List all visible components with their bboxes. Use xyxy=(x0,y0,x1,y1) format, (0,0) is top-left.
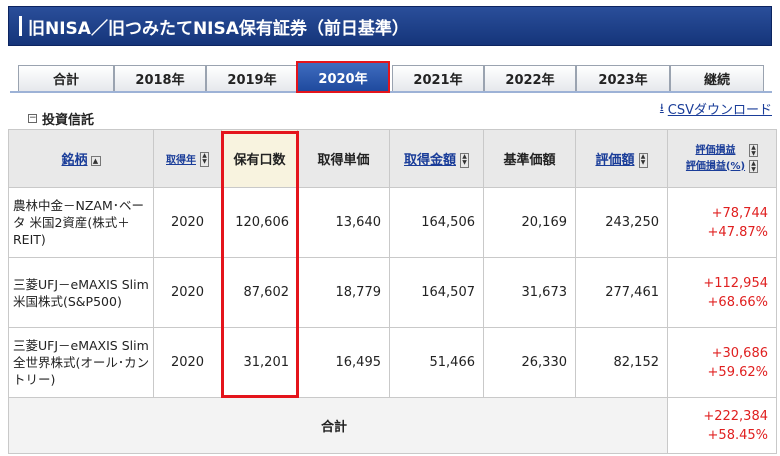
tab-2020[interactable]: 2020年 xyxy=(296,61,390,93)
base-price: 26,330 xyxy=(483,327,576,398)
acq-year: 2020 xyxy=(153,327,222,398)
gain-percent: +59.62% xyxy=(707,364,768,380)
gain-amount: +30,686 xyxy=(711,345,768,361)
gain-cell: +78,744 +47.87% xyxy=(667,187,777,258)
table-row: 三菱UFJ－eMAXIS Slim 米国株式(S&P500) 2020 87,6… xyxy=(8,257,777,328)
unit-price: 18,779 xyxy=(297,257,390,328)
gain-percent: +47.87% xyxy=(707,224,768,240)
sort-toggle-icon[interactable]: ▲ ▼ xyxy=(200,151,209,167)
section-header: − 投資信託 xyxy=(28,109,94,128)
collapse-icon[interactable]: − xyxy=(28,114,37,123)
col-header-base-price: 基準価額 xyxy=(483,129,576,188)
download-icon: ⭳ xyxy=(659,101,664,114)
total-label: 合計 xyxy=(8,397,668,454)
section-title: 投資信託 xyxy=(42,113,95,128)
sort-toggle-icon[interactable]: ▲ ▼ xyxy=(638,153,648,168)
sort-asc-icon[interactable]: ▲ xyxy=(90,155,101,166)
header-accent-bar xyxy=(19,16,22,36)
units-held: 87,602 xyxy=(221,257,298,328)
col-header-acq-amount: 取得金額 ▲ ▼ xyxy=(389,129,484,188)
tab-2023[interactable]: 2023年 xyxy=(576,65,670,91)
tab-2019[interactable]: 2019年 xyxy=(206,65,298,91)
year-tabbar: 合計 2018年 2019年 2020年 2021年 2022年 2023年 継… xyxy=(10,58,772,93)
csv-download-label: CSVダウンロード xyxy=(667,103,772,118)
base-price: 31,673 xyxy=(483,257,576,328)
table-row: 農林中金－NZAM･ベータ 米国2資産(株式＋REIT) 2020 120,60… xyxy=(8,187,777,258)
total-gain-amount: +222,384 xyxy=(703,408,768,424)
total-row: 合計 +222,384 +58.45% xyxy=(8,397,777,454)
sort-toggle-icon[interactable]: ▲ ▼ xyxy=(749,159,759,173)
sort-link-valuation[interactable]: 評価額 xyxy=(595,153,634,168)
col-header-gain: 評価損益 評価損益(%) ▲ ▼ ▲ ▼ xyxy=(667,129,777,188)
tab-2021[interactable]: 2021年 xyxy=(392,65,484,91)
acq-amount: 164,507 xyxy=(389,257,484,328)
table-row: 三菱UFJ－eMAXIS Slim 全世界株式(オール･カントリー) 2020 … xyxy=(8,327,777,398)
units-held: 120,606 xyxy=(221,187,298,258)
table-header-row: 銘柄 ▲ 取得年 ▲ ▼ 保有口数 取得単価 取得金額 ▲ ▼ 基準価額 評価額 ▲ ▼ 評価… xyxy=(8,129,777,188)
gain-percent: +68.66% xyxy=(707,294,768,310)
sort-link-name[interactable]: 銘柄 xyxy=(61,153,87,168)
acq-amount: 164,506 xyxy=(389,187,484,258)
col-header-unit-price: 取得単価 xyxy=(297,129,390,188)
tab-total[interactable]: 合計 xyxy=(18,65,114,91)
unit-price: 13,640 xyxy=(297,187,390,258)
acq-year: 2020 xyxy=(153,257,222,328)
col-header-year: 取得年 ▲ ▼ xyxy=(153,129,222,188)
sort-link-gain[interactable]: 評価損益 xyxy=(686,143,745,159)
holdings-table: 銘柄 ▲ 取得年 ▲ ▼ 保有口数 取得単価 取得金額 ▲ ▼ 基準価額 評価額 ▲ ▼ 評価… xyxy=(8,129,777,454)
sort-link-acq-amount[interactable]: 取得金額 xyxy=(404,153,456,168)
page-header: 旧NISA／旧つみたてNISA保有証券（前日基準） xyxy=(8,6,772,46)
unit-price: 16,495 xyxy=(297,327,390,398)
gain-amount: +112,954 xyxy=(703,275,768,291)
fund-name: 三菱UFJ－eMAXIS Slim 全世界株式(オール･カントリー) xyxy=(8,327,154,398)
tab-continued[interactable]: 継続 xyxy=(670,65,764,91)
gain-amount: +78,744 xyxy=(711,205,768,221)
total-gain-percent: +58.45% xyxy=(707,427,768,443)
page-title: 旧NISA／旧つみたてNISA保有証券（前日基準） xyxy=(28,18,409,39)
base-price: 20,169 xyxy=(483,187,576,258)
tab-2022[interactable]: 2022年 xyxy=(484,65,576,91)
csv-download-link[interactable]: ⭳ CSVダウンロード xyxy=(660,99,772,118)
valuation: 243,250 xyxy=(575,187,668,258)
fund-name: 農林中金－NZAM･ベータ 米国2資産(株式＋REIT) xyxy=(8,187,154,258)
gain-cell: +112,954 +68.66% xyxy=(667,257,777,328)
valuation: 277,461 xyxy=(575,257,668,328)
fund-name: 三菱UFJ－eMAXIS Slim 米国株式(S&P500) xyxy=(8,257,154,328)
col-header-name: 銘柄 ▲ xyxy=(8,129,154,188)
acq-year: 2020 xyxy=(153,187,222,258)
gain-cell: +30,686 +59.62% xyxy=(667,327,777,398)
tab-2018[interactable]: 2018年 xyxy=(114,65,206,91)
sort-link-year[interactable]: 取得年 xyxy=(166,155,196,166)
valuation: 82,152 xyxy=(575,327,668,398)
sort-toggle-icon[interactable]: ▲ ▼ xyxy=(749,143,759,157)
col-header-units: 保有口数 xyxy=(221,129,298,188)
acq-amount: 51,466 xyxy=(389,327,484,398)
sort-toggle-icon[interactable]: ▲ ▼ xyxy=(460,153,469,168)
sort-link-gain-pct[interactable]: 評価損益(%) xyxy=(686,159,745,175)
total-gain-cell: +222,384 +58.45% xyxy=(667,397,777,454)
units-held: 31,201 xyxy=(221,327,298,398)
col-header-valuation: 評価額 ▲ ▼ xyxy=(575,129,668,188)
